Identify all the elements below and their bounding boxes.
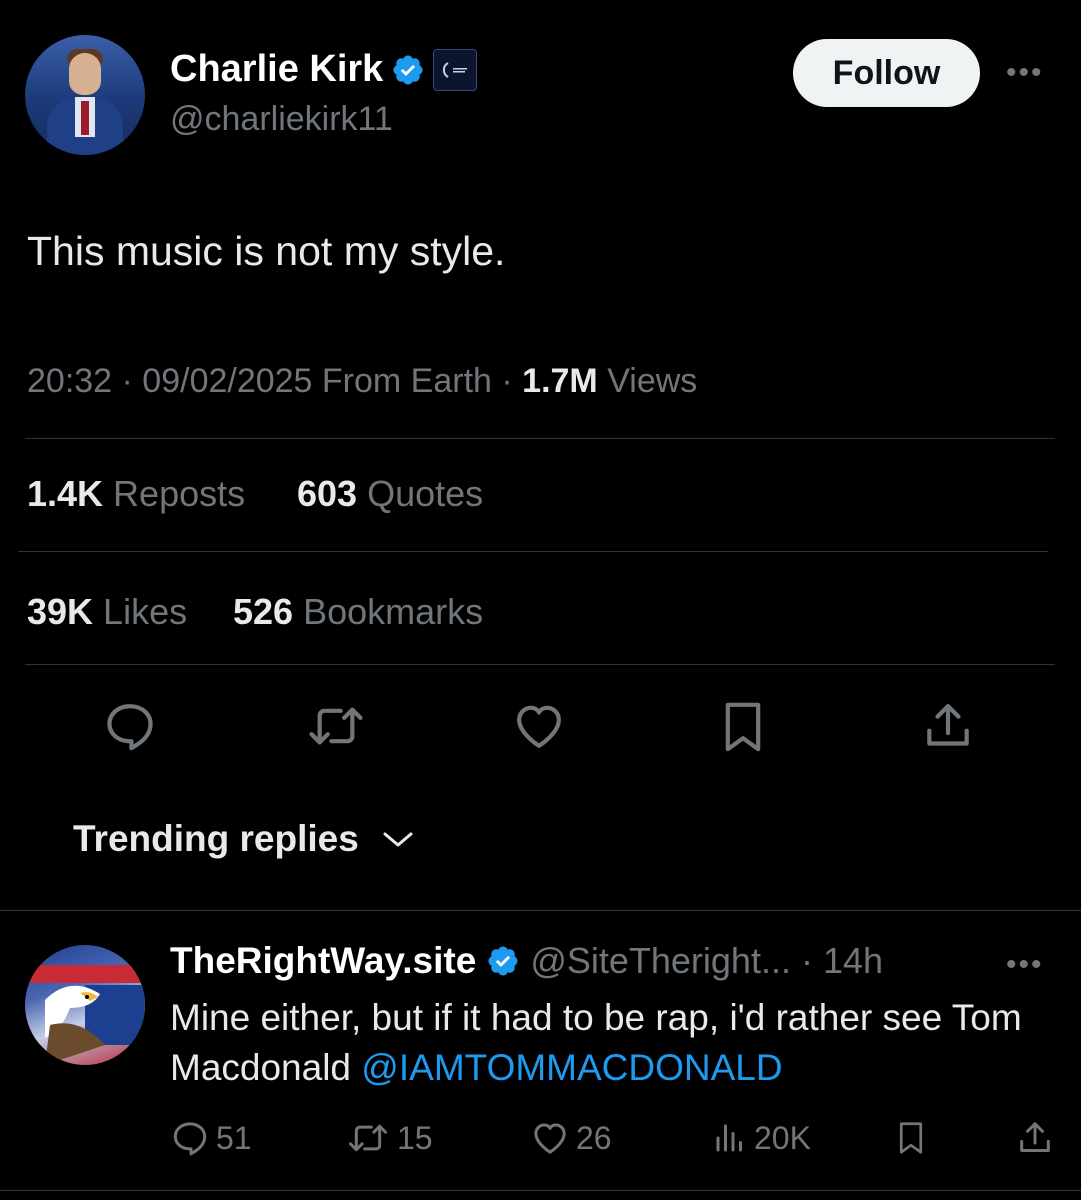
share-icon[interactable] [920,698,976,754]
verified-badge-icon [486,944,520,978]
likes-count: 39K [27,591,94,632]
follow-button[interactable]: Follow [793,39,980,107]
chevron-down-icon [381,829,415,849]
reposts-count: 1.4K [27,473,104,514]
more-options-icon[interactable]: ••• [1006,56,1044,90]
reply-retweet-button[interactable]: 15 [345,1118,433,1158]
reposts-stat[interactable]: 1.4K Reposts [27,473,245,515]
bookmarks-count: 526 [233,591,294,632]
quotes-label: Quotes [357,473,484,514]
tweet-timestamp[interactable]: 20:32 · 09/02/2025 From Earth · [27,362,522,400]
views-label: Views [597,362,698,400]
reply-replies-count: 51 [216,1119,252,1156]
reply-share-icon[interactable] [1015,1118,1055,1158]
likes-stat[interactable]: 39K Likes [27,591,187,633]
likes-label: Likes [93,591,188,632]
like-icon [530,1118,570,1158]
verified-badge-icon [391,53,425,87]
bookmark-icon[interactable] [715,698,771,756]
reply-views-button[interactable]: 20K [712,1118,811,1158]
affiliation-badge-icon[interactable] [433,48,478,91]
divider [0,1190,1081,1191]
reply-text: Mine either, but if it had to be rap, i'… [170,993,1060,1093]
reply-reply-button[interactable]: 51 [170,1118,252,1158]
tweet-meta: 20:32 · 09/02/2025 From Earth · 1.7M Vie… [27,362,697,401]
reply-author-name[interactable]: TheRightWay.site [170,940,476,982]
views-count: 1.7M [522,362,598,400]
reply-like-button[interactable]: 26 [530,1118,612,1158]
quotes-count: 603 [297,473,358,514]
retweet-icon[interactable] [305,698,367,754]
author-handle[interactable]: @charliekirk11 [170,100,393,139]
trending-replies-label: Trending replies [73,818,359,859]
author-name[interactable]: Charlie Kirk [170,48,383,91]
views-chart-icon [712,1118,748,1158]
divider [18,551,1048,552]
like-icon[interactable] [511,698,567,754]
bookmarks-label: Bookmarks [293,591,484,632]
reply-likes-count: 26 [576,1119,612,1156]
reply-reposts-count: 15 [397,1119,433,1156]
author-name-row: Charlie Kirk [170,48,478,91]
trending-replies-toggle[interactable]: Trending replies [73,818,415,860]
reply-views-count: 20K [754,1119,811,1156]
tweet-text: This music is not my style. [27,228,506,274]
divider [25,438,1055,439]
quotes-stat[interactable]: 603 Quotes [297,473,483,515]
reply-mention-link[interactable]: @IAMTOMMACDONALD [361,1047,782,1088]
reply-icon[interactable] [102,698,158,754]
reposts-label: Reposts [103,473,246,514]
reply-bookmark-icon[interactable] [893,1118,929,1158]
retweet-icon [345,1118,391,1158]
reply-header: TheRightWay.site @SiteTheright... · 14h [170,940,883,982]
reply-icon [170,1118,210,1158]
reply-author-handle-time[interactable]: @SiteTheright... · 14h [530,940,883,982]
author-avatar[interactable] [25,35,145,155]
reply-avatar[interactable] [25,945,145,1065]
bookmarks-stat[interactable]: 526 Bookmarks [233,591,483,633]
divider [0,910,1081,911]
divider [25,664,1055,665]
reply-more-options-icon[interactable]: ••• [1006,948,1044,982]
